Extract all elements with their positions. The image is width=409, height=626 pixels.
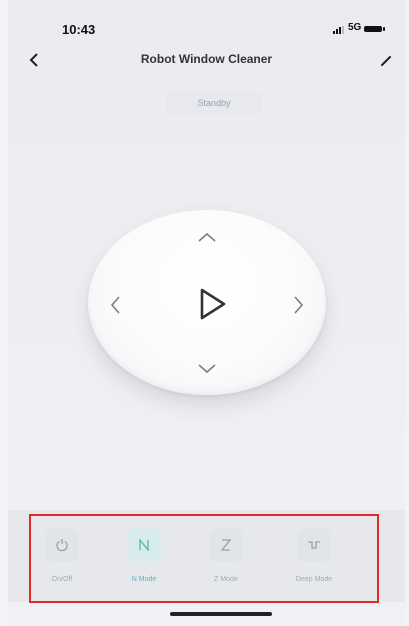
page-title: Robot Window Cleaner <box>140 52 273 66</box>
status-badge: Standby <box>166 92 262 114</box>
network-label: 5G <box>348 22 362 33</box>
status-time: 10:43 <box>62 22 96 37</box>
chevron-right-icon <box>294 296 304 314</box>
battery-icon <box>364 26 385 32</box>
home-indicator[interactable] <box>170 612 272 616</box>
phone-screen: 10:43 5G Robot Window Cleaner Standby On… <box>8 0 405 626</box>
play-icon <box>200 288 226 320</box>
mode-bar-highlight <box>29 514 379 603</box>
edit-button[interactable] <box>375 50 397 72</box>
chevron-down-icon <box>198 364 216 374</box>
status-bar: 10:43 5G <box>8 0 405 40</box>
move-right-button[interactable] <box>288 290 310 320</box>
pencil-icon <box>381 56 391 66</box>
move-up-button[interactable] <box>192 226 222 248</box>
play-button[interactable] <box>188 282 232 326</box>
header: Robot Window Cleaner <box>8 44 405 78</box>
direction-pad <box>88 210 326 395</box>
move-down-button[interactable] <box>192 358 222 380</box>
move-left-button[interactable] <box>104 290 126 320</box>
chevron-left-icon <box>110 296 120 314</box>
signal-icon <box>333 26 344 34</box>
chevron-up-icon <box>198 232 216 242</box>
